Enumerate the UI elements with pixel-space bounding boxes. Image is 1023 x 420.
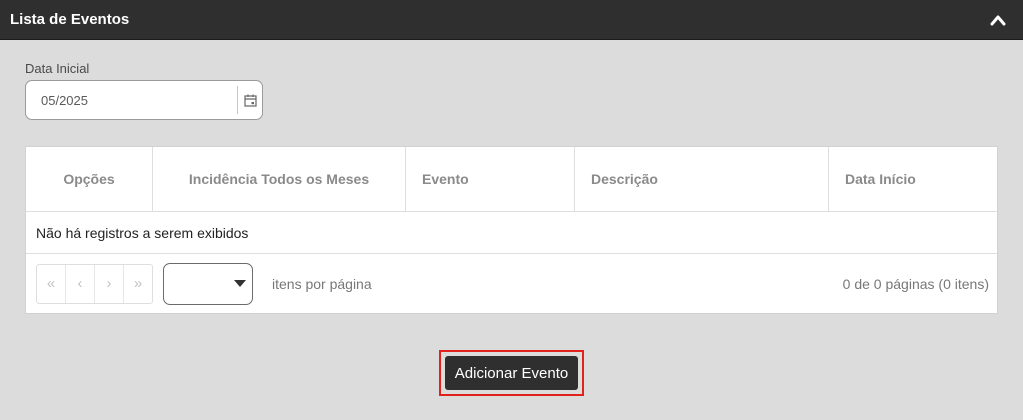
panel-header: Lista de Eventos [0, 0, 1023, 40]
calendar-icon [243, 94, 257, 107]
event-list-panel: Lista de Eventos Data Inicial O [0, 0, 1023, 420]
previous-page-button[interactable]: ‹ [66, 264, 95, 303]
grid-header: Opções Incidência Todos os Meses Evento … [26, 147, 997, 212]
add-event-button[interactable]: Adicionar Evento [444, 356, 579, 390]
events-grid: Opções Incidência Todos os Meses Evento … [25, 146, 998, 314]
panel-title: Lista de Eventos [10, 11, 130, 28]
column-header-event[interactable]: Evento [406, 147, 575, 211]
collapse-button[interactable] [985, 7, 1011, 33]
pager-nav: « ‹ › » [36, 263, 153, 304]
calendar-button[interactable] [237, 86, 262, 114]
column-header-start-date[interactable]: Data Início [829, 147, 997, 211]
chevron-up-icon [990, 15, 1006, 25]
column-header-monthly-incidence[interactable]: Incidência Todos os Meses [153, 147, 406, 211]
pager: « ‹ › » itens por página 0 de 0 páginas … [26, 254, 997, 313]
panel-body: Data Inicial Opções Incidência Todos os … [0, 40, 1023, 396]
column-header-options[interactable]: Opções [26, 147, 153, 211]
actions-bar: Adicionar Evento [25, 350, 998, 396]
first-page-button[interactable]: « [37, 264, 66, 303]
items-per-page-label: itens por página [272, 275, 372, 292]
page-size-select[interactable] [163, 262, 253, 305]
add-event-highlight: Adicionar Evento [438, 350, 585, 396]
start-date-field [25, 80, 263, 120]
next-page-button[interactable]: › [95, 264, 124, 303]
caret-down-icon [234, 280, 246, 287]
start-date-input[interactable] [26, 81, 237, 119]
start-date-label: Data Inicial [25, 61, 90, 76]
column-header-description[interactable]: Descrição [575, 147, 829, 211]
pager-info: 0 de 0 páginas (0 itens) [842, 275, 989, 292]
last-page-button[interactable]: » [124, 265, 152, 303]
empty-message: Não há registros a serem exibidos [26, 212, 997, 254]
